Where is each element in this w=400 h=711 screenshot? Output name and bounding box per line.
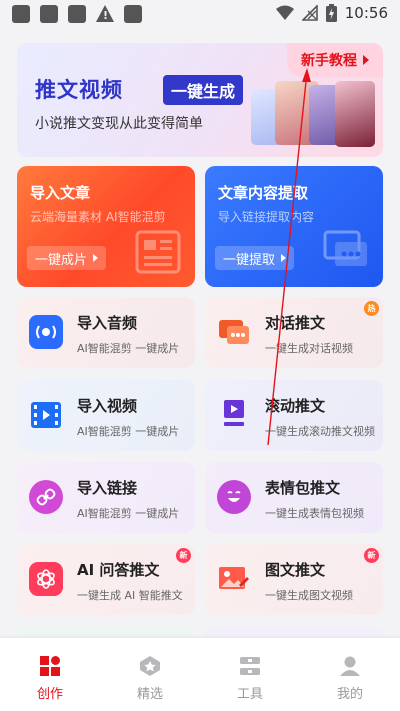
scroll-play-icon (217, 398, 251, 432)
tile-subtitle: AI智能混剪 一键成片 (77, 425, 180, 438)
signal-off-icon (301, 5, 318, 21)
banner-badge: 一键生成 (163, 75, 244, 105)
one-click-create-button[interactable]: 一键成片 (27, 246, 107, 270)
notification-square-icon (124, 5, 142, 23)
banner-title: 推文视频 (35, 78, 123, 102)
nav-label: 我的 (336, 687, 363, 702)
status-time: 10:56 (344, 4, 388, 22)
play-arrow-icon (93, 254, 99, 262)
tile-title: 表情包推文 (265, 479, 341, 497)
hot-badge: 热 (364, 301, 379, 316)
tile-subtitle: 一键生成表情包视频 (265, 507, 364, 520)
image-text-tweet-tile[interactable]: 图文推文 一键生成图文视频 新 (205, 544, 383, 615)
tile-title: 导入音频 (77, 314, 138, 332)
banner-illustration (251, 81, 375, 151)
battery-charging-icon (325, 4, 337, 22)
tile-subtitle: 一键生成图文视频 (265, 589, 353, 602)
card-subtitle: 云端海量素材 AI智能混剪 (30, 210, 166, 224)
new-badge: 新 (176, 548, 191, 563)
card-title: 导入文章 (30, 184, 91, 202)
nav-label: 工具 (236, 687, 263, 702)
audio-icon (29, 315, 63, 349)
status-notification-icons (12, 5, 142, 23)
tile-subtitle: AI智能混剪 一键成片 (77, 507, 180, 520)
warning-icon (96, 5, 114, 22)
play-arrow-icon (281, 254, 287, 262)
notification-square-icon (68, 5, 86, 23)
tutorial-label: 新手教程 (301, 53, 357, 69)
image-icon (217, 562, 251, 596)
new-badge: 新 (364, 548, 379, 563)
article-extract-card[interactable]: 文章内容提取 导入链接提取内容 一键提取 (205, 166, 383, 287)
play-arrow-icon (363, 55, 369, 65)
tile-title: 导入视频 (77, 397, 138, 415)
tile-title: 图文推文 (265, 561, 326, 579)
document-icon (135, 230, 181, 274)
one-click-extract-button[interactable]: 一键提取 (215, 246, 295, 270)
tools-icon (238, 654, 262, 678)
emoji-tweet-tile[interactable]: 表情包推文 一键生成表情包视频 (205, 462, 383, 533)
nav-label: 精选 (136, 687, 163, 702)
notification-square-icon (40, 5, 58, 23)
tile-title: AI 问答推文 (77, 561, 160, 579)
import-video-tile[interactable]: 导入视频 AI智能混剪 一键成片 (17, 380, 195, 451)
status-bar: 10:56 (0, 0, 400, 30)
tutorial-button[interactable]: 新手教程 (287, 43, 383, 77)
tile-title: 导入链接 (77, 479, 138, 497)
tile-title: 对话推文 (265, 314, 326, 332)
tile-title: 滚动推文 (265, 397, 326, 415)
nav-label: 创作 (36, 687, 63, 702)
nav-create[interactable]: 创作 (0, 638, 100, 711)
ai-qa-tweet-tile[interactable]: AI 问答推文 一键生成 AI 智能推文 新 (17, 544, 195, 615)
bottom-navigation: 创作 精选 工具 我的 (0, 638, 400, 711)
person-icon (338, 654, 362, 678)
banner-subtitle: 小说推文变现从此变得简单 (35, 116, 203, 132)
create-grid-icon (38, 654, 62, 678)
nav-featured[interactable]: 精选 (100, 638, 200, 711)
tile-subtitle: 一键生成对话视频 (265, 342, 353, 355)
dialog-tweet-tile[interactable]: 对话推文 一键生成对话视频 热 (205, 297, 383, 368)
link-icon (29, 480, 63, 514)
ai-logo-icon (29, 562, 63, 596)
import-article-card[interactable]: 导入文章 云端海量素材 AI智能混剪 一键成片 (17, 166, 195, 287)
nav-tools[interactable]: 工具 (200, 638, 300, 711)
promo-banner[interactable]: 推文视频 一键生成 小说推文变现从此变得简单 新手教程 (17, 43, 383, 157)
card-subtitle: 导入链接提取内容 (218, 210, 315, 224)
scroll-tweet-tile[interactable]: 滚动推文 一键生成滚动推文视频 (205, 380, 383, 451)
button-label: 一键成片 (35, 252, 88, 268)
card-title: 文章内容提取 (218, 184, 309, 202)
import-link-tile[interactable]: 导入链接 AI智能混剪 一键成片 (17, 462, 195, 533)
dialog-icon (217, 315, 251, 349)
star-icon (138, 654, 162, 678)
tile-subtitle: 一键生成滚动推文视频 (265, 425, 375, 438)
tile-subtitle: AI智能混剪 一键成片 (77, 342, 180, 355)
film-icon (29, 398, 63, 432)
tile-subtitle: 一键生成 AI 智能推文 (77, 589, 183, 602)
nav-profile[interactable]: 我的 (300, 638, 400, 711)
notification-square-icon (12, 5, 30, 23)
wifi-icon (275, 5, 294, 20)
import-audio-tile[interactable]: 导入音频 AI智能混剪 一键成片 (17, 297, 195, 368)
button-label: 一键提取 (223, 252, 276, 268)
chat-bubble-icon (323, 230, 367, 266)
emoji-icon (217, 480, 251, 514)
